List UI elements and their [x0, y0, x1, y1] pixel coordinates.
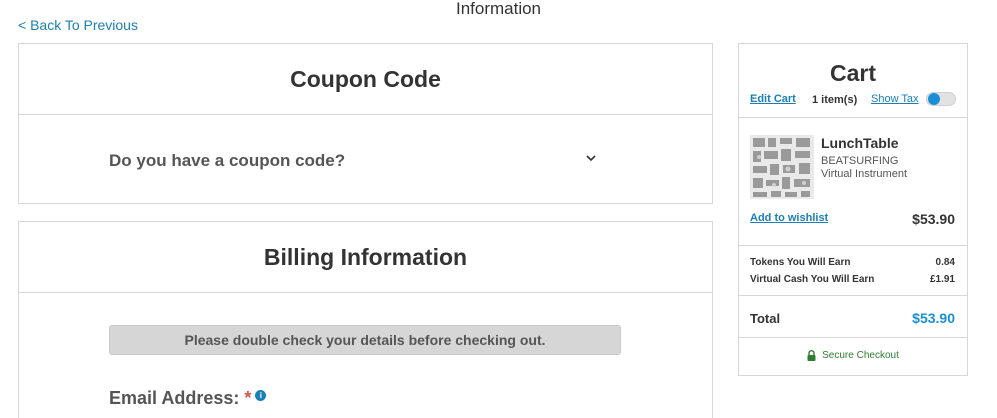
page-title: Information: [455, 0, 542, 18]
toggle-knob: [928, 93, 940, 105]
cart-divider: [739, 337, 967, 338]
lock-icon: [807, 350, 816, 361]
billing-panel: Billing Information Please double check …: [18, 221, 713, 418]
total-value: $53.90: [912, 310, 955, 326]
total-label: Total: [750, 311, 781, 326]
coupon-header: Coupon Code: [19, 44, 712, 115]
add-to-wishlist-link[interactable]: Add to wishlist: [750, 212, 828, 224]
virtual-cash-value: £1.91: [929, 274, 955, 285]
cart-title: Cart: [829, 60, 876, 86]
billing-title: Billing Information: [263, 243, 468, 270]
cart-divider: [739, 295, 967, 296]
coupon-panel: Coupon Code Do you have a coupon code?: [18, 43, 713, 204]
back-to-previous-link[interactable]: < Back To Previous: [18, 17, 138, 33]
coupon-toggle[interactable]: Do you have a coupon code?: [19, 115, 712, 203]
cart-panel: Cart Edit Cart 1 item(s) Show Tax LunchT…: [738, 43, 968, 376]
product-price: $53.90: [912, 211, 955, 227]
double-check-notice: Please double check your details before …: [109, 325, 621, 355]
cart-item-count: 1 item(s): [812, 94, 858, 106]
coupon-title: Coupon Code: [290, 65, 441, 92]
coupon-question: Do you have a coupon code?: [109, 151, 346, 170]
email-label-text: Email Address:: [109, 388, 240, 408]
email-address-label: Email Address: * i: [109, 388, 267, 409]
show-tax-link[interactable]: Show Tax: [871, 93, 919, 105]
chevron-down-icon[interactable]: [586, 153, 596, 163]
product-thumbnail-image: [750, 135, 814, 199]
product-thumbnail[interactable]: [750, 135, 814, 199]
show-tax-toggle[interactable]: [926, 92, 956, 106]
info-icon[interactable]: i: [255, 390, 267, 401]
product-type: Virtual Instrument: [821, 168, 908, 180]
product-name[interactable]: LunchTable: [821, 135, 899, 151]
edit-cart-link[interactable]: Edit Cart: [750, 93, 796, 105]
tokens-value: 0.84: [935, 257, 955, 268]
secure-checkout: Secure Checkout: [739, 350, 967, 361]
tokens-label: Tokens You Will Earn: [750, 257, 851, 268]
required-marker: *: [244, 388, 252, 408]
billing-header: Billing Information: [19, 222, 712, 293]
cart-divider: [739, 117, 967, 118]
secure-checkout-label: Secure Checkout: [822, 350, 899, 361]
product-brand: BEATSURFING: [821, 155, 899, 167]
virtual-cash-label: Virtual Cash You Will Earn: [750, 274, 875, 285]
cart-divider: [739, 245, 967, 246]
